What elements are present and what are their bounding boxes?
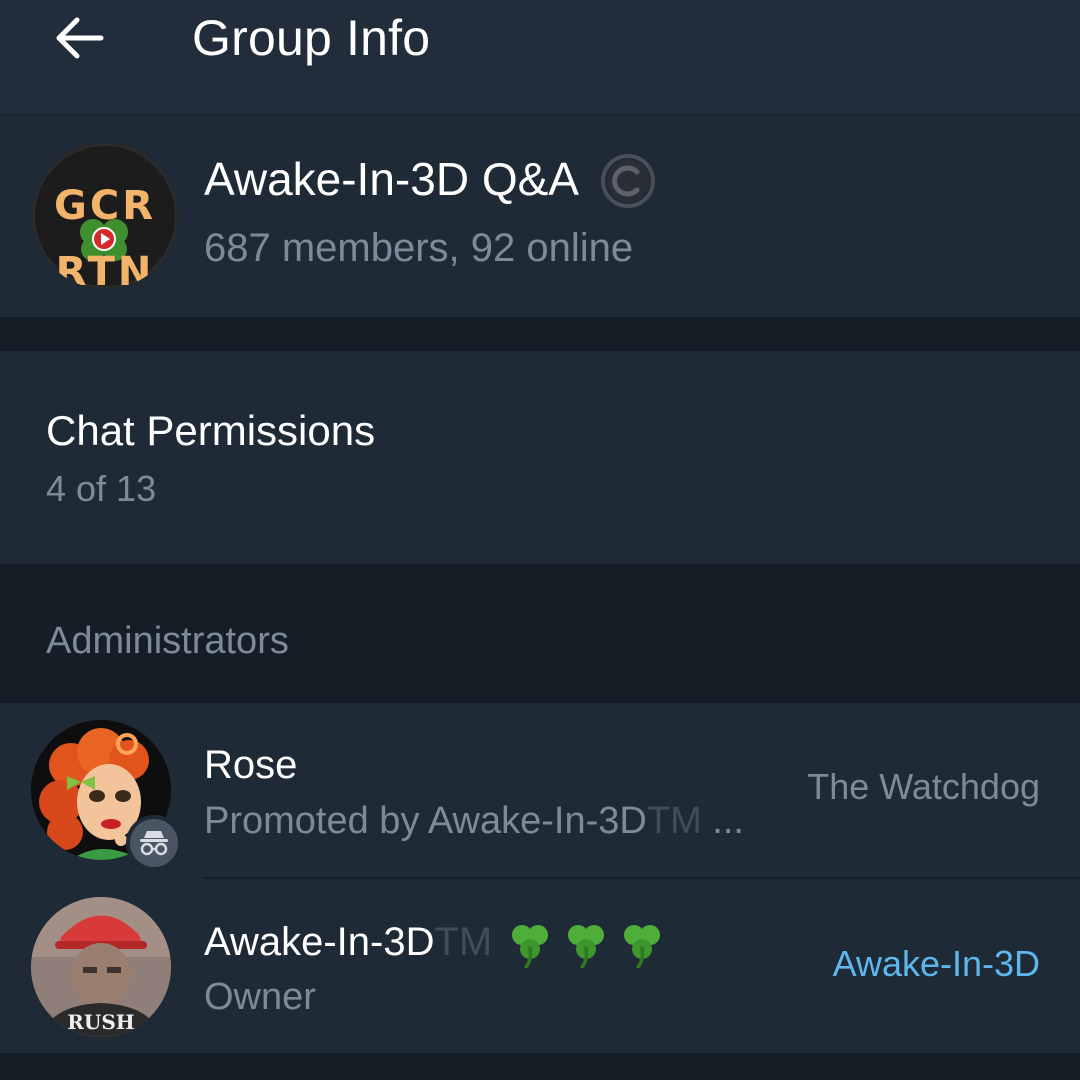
copyright-icon <box>601 154 655 208</box>
group-name: Awake-In-3D Q&A <box>204 153 579 205</box>
group-member-count: 687 members, 92 online <box>204 226 634 270</box>
group-avatar-text-bottom: RTN <box>55 249 155 289</box>
shamrock-icon-group <box>506 920 666 969</box>
back-button[interactable] <box>40 2 118 74</box>
admin-name: Rose <box>204 743 298 787</box>
shamrock-icon <box>624 925 661 969</box>
chat-permissions-title: Chat Permissions <box>46 407 376 454</box>
admin-subtitle: Owner <box>204 976 316 1018</box>
page-title: Group Info <box>192 10 431 66</box>
list-divider <box>204 877 1080 879</box>
svg-text:RUSH: RUSH <box>67 1010 134 1034</box>
group-info-screen: Group Info GCR RTN Awake-In-3D Q&A 687 m… <box>0 0 1080 1080</box>
owner-avatar-photo: RUSH <box>31 897 171 1037</box>
top-app-bar: Group Info <box>0 0 1080 116</box>
ellipsis-text: ... <box>701 800 744 842</box>
admin-promoted-by: Promoted by Awake-In-3DTM ... <box>204 796 744 846</box>
group-summary-card[interactable]: GCR RTN <box>0 116 1080 317</box>
admin-promoted-by-text: Promoted by Awake-In-3D <box>204 800 647 842</box>
administrators-section-header: Administrators <box>46 620 289 662</box>
shamrock-icon <box>568 925 605 969</box>
admin-name: Awake-In-3D <box>204 920 435 964</box>
trademark-text: TM <box>434 920 493 964</box>
incognito-icon <box>126 815 182 871</box>
arrow-left-icon <box>56 17 104 59</box>
trademark-text: TM <box>646 800 702 842</box>
avatar[interactable]: RUSH <box>31 897 171 1037</box>
shamrock-icon <box>512 925 549 969</box>
admin-name-row: Awake-In-3DTM <box>204 916 666 969</box>
admin-role: The Watchdog <box>807 766 1040 807</box>
admin-role[interactable]: Awake-In-3D <box>833 940 1040 988</box>
chat-permissions-count: 4 of 13 <box>46 468 157 509</box>
group-avatar-overlay: RTN <box>32 143 178 289</box>
